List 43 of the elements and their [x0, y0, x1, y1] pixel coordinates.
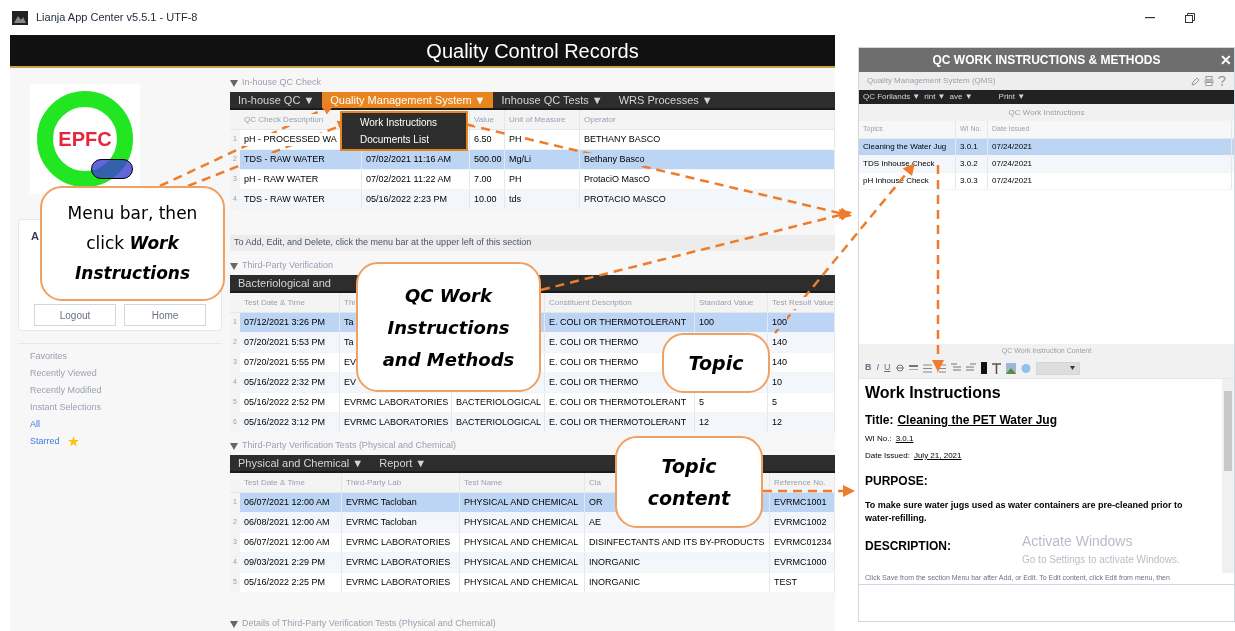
column-header: Test Result Value	[772, 296, 834, 309]
field-value: 3.0.1	[895, 433, 914, 445]
watermark-text: Go to Settings to activate Windows.	[1022, 553, 1180, 567]
window-title: Lianja App Center v5.5.1 - UTF-8	[36, 10, 198, 26]
content-heading: PURPOSE:	[865, 473, 929, 490]
section-title: Third-Party Verification	[242, 259, 334, 273]
watermark-title: Activate Windows	[1022, 532, 1134, 551]
panel-title: A	[31, 229, 39, 244]
hint-text: To Add, Edit, and Delete, click the menu bar at the upper left of this section	[234, 236, 532, 250]
paragraph: To make sure water jugs used as water containers are pre-cleaned prior to water-refilling.	[865, 499, 1184, 525]
table-cell: 07/24/2021	[992, 158, 1033, 170]
callout-tooltip: Topic content	[615, 436, 763, 528]
table-cell: 3.0.1	[960, 141, 978, 153]
dialog-subtitle: Quality Management System (QMS)	[867, 75, 996, 87]
table-cell: 07/24/2021	[992, 175, 1033, 187]
logo-text: EPFC	[58, 127, 112, 152]
callout-tooltip: Topic	[662, 333, 770, 393]
field-label: WI No.:	[865, 433, 892, 445]
callout-tooltip: Menu bar, then click Work Instructions	[40, 186, 225, 301]
section-title: In-house QC Check	[242, 76, 322, 90]
dialog-title: QC WORK INSTRUCTIONS & METHODS	[932, 52, 1161, 69]
section-title: Details of Third-Party Verification Tests (Physical and Chemical)	[242, 617, 496, 631]
table-cell: TDS Inhouse Check	[863, 158, 935, 170]
content-heading: Work Instructions	[865, 383, 1002, 403]
table-cell: 07/24/2021	[992, 141, 1033, 153]
column-header: QC Check Description	[244, 113, 324, 126]
table-cell: Bethany Basco	[584, 152, 645, 167]
table-cell: Mg/Li	[509, 152, 531, 167]
table-cell: 3.0.2	[960, 158, 978, 170]
section-title: Third-Party Verification Tests (Physical and Chemical)	[242, 439, 456, 453]
field-value: Cleaning the PET Water Jug	[897, 412, 1058, 429]
field-label: Title:	[865, 412, 894, 429]
page-title: Quality Control Records	[426, 38, 639, 64]
callout-tooltip: QC Work Instructions and Methods	[356, 262, 541, 392]
table-cell: Cleaning the Water Jug	[863, 141, 947, 153]
table-cell: TDS - RAW WATER	[244, 152, 325, 167]
table-cell: 100	[772, 315, 788, 330]
panel-caption: QC Work Instructions	[1008, 106, 1085, 119]
field-label: Date Issued:	[865, 450, 910, 462]
field-value: July 21, 2021	[913, 450, 962, 462]
table-cell: pH - PROCESSED WA	[244, 132, 337, 147]
content-heading: DESCRIPTION:	[865, 538, 951, 555]
table-cell: 3.0.3	[960, 175, 978, 187]
